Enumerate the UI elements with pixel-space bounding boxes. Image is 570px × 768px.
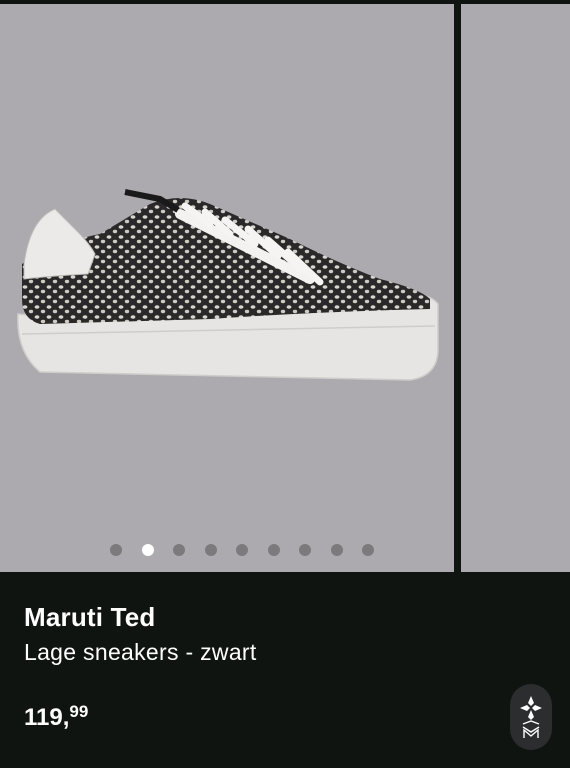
carousel-dot[interactable] bbox=[236, 544, 248, 556]
product-image-sneaker bbox=[17, 189, 439, 381]
product-brand: Maruti Ted bbox=[24, 602, 156, 632]
next-image-slide-preview[interactable] bbox=[461, 4, 570, 572]
carousel-dot[interactable] bbox=[173, 544, 185, 556]
brand-logo-badge[interactable] bbox=[510, 684, 552, 750]
carousel-dot[interactable] bbox=[267, 544, 280, 556]
price-decimal: 99 bbox=[69, 702, 89, 721]
brand-logo-icon bbox=[520, 696, 542, 738]
product-image-carousel[interactable] bbox=[0, 4, 570, 572]
carousel-dot[interactable] bbox=[141, 544, 154, 556]
price-integer: 119, bbox=[24, 704, 70, 731]
carousel-dot[interactable] bbox=[204, 544, 217, 556]
carousel-pagination bbox=[0, 544, 454, 558]
product-description: Lage sneakers - zwart bbox=[24, 639, 257, 665]
carousel-dot[interactable] bbox=[110, 544, 122, 556]
carousel-dot[interactable] bbox=[299, 544, 311, 556]
carousel-dot[interactable] bbox=[362, 544, 374, 556]
product-info-panel[interactable]: Maruti Ted Lage sneakers - zwart 119, 99 bbox=[0, 572, 570, 768]
product-image-slide[interactable] bbox=[0, 4, 454, 572]
carousel-dot[interactable] bbox=[330, 544, 343, 556]
product-price: 119, 99 bbox=[24, 702, 89, 732]
